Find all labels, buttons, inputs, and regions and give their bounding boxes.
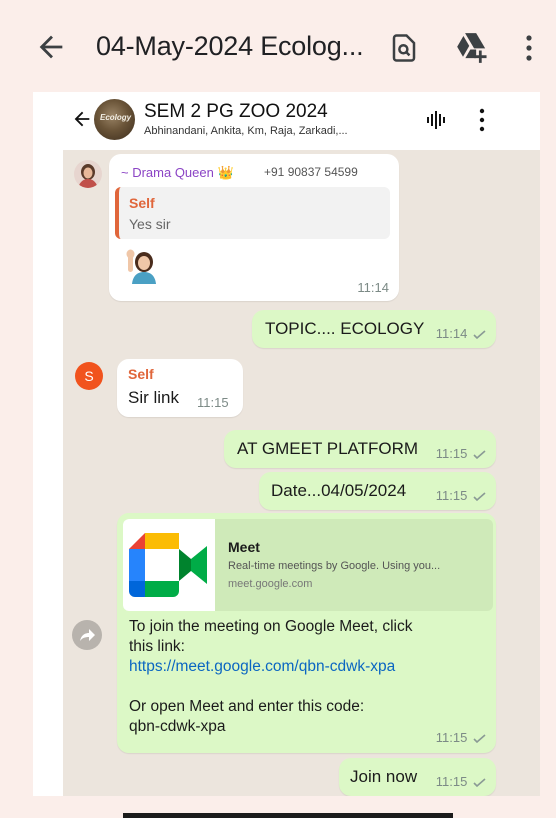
forward-icon — [80, 629, 95, 641]
message-bubble-topic: TOPIC.... ECOLOGY 11:14 — [252, 310, 496, 348]
message-time: 11:15 — [436, 730, 486, 745]
google-meet-logo — [123, 519, 215, 611]
chat-screenshot: Ecology SEM 2 PG ZOO 2024 Abhinandani, A… — [63, 92, 540, 796]
message-time: 11:14 — [357, 280, 389, 295]
back-arrow-icon[interactable] — [34, 30, 68, 64]
quoted-message[interactable]: Self Yes sir — [115, 187, 390, 239]
message-text: AT GMEET PLATFORM — [237, 439, 419, 458]
message-time: 11:15 — [197, 395, 229, 410]
viewer-toolbar: 04-May-2024 Ecolog... — [0, 0, 556, 92]
message-time-text: 11:14 — [435, 326, 468, 341]
find-in-page-icon[interactable] — [389, 33, 419, 63]
more-vert-icon[interactable] — [519, 32, 539, 64]
preview-title: Meet — [228, 539, 260, 555]
group-name: SEM 2 PG ZOO 2024 — [144, 101, 328, 122]
message-time: 11:14 — [436, 326, 486, 341]
add-to-drive-icon[interactable] — [454, 30, 490, 64]
message-bubble-drama-queen: ~ Drama Queen 👑 +91 90837 54599 Self Yes… — [109, 154, 399, 301]
message-line: To join the meeting on Google Meet, clic… — [129, 618, 413, 635]
google-meet-icon — [129, 533, 207, 597]
delivered-tick-icon — [473, 450, 486, 460]
chat-header: Ecology SEM 2 PG ZOO 2024 Abhinandani, A… — [63, 92, 540, 150]
quoted-text: Yes sir — [129, 216, 171, 232]
group-members: Abhinandani, Ankita, Km, Raja, Zarkadi,.… — [144, 125, 348, 137]
message-text: TOPIC.... ECOLOGY — [265, 319, 425, 338]
document-title: 04-May-2024 Ecolog... — [96, 31, 364, 61]
message-text: Sir link — [128, 388, 180, 407]
delivered-tick-icon — [473, 330, 486, 340]
link-preview-card[interactable]: Meet Real-time meetings by Google. Using… — [123, 519, 493, 611]
self-avatar: S — [75, 362, 103, 390]
preview-domain: meet.google.com — [228, 578, 313, 590]
group-avatar-label: Ecology — [100, 113, 132, 122]
voice-call-icon — [427, 111, 445, 129]
message-time-text: 11:15 — [435, 488, 468, 503]
message-time: 11:15 — [436, 446, 486, 461]
group-avatar: Ecology — [94, 99, 135, 140]
meet-link[interactable]: https://meet.google.com/qbn-cdwk-xpa — [129, 657, 479, 677]
chat-more-icon — [479, 108, 485, 132]
message-line: this link: — [129, 638, 185, 655]
meet-message-body: To join the meeting on Google Meet, clic… — [129, 617, 479, 737]
woman-raising-hand-emoji-icon — [126, 249, 156, 284]
preview-description: Real-time meetings by Google. Using you.… — [228, 560, 441, 572]
sender-name: Self — [128, 366, 154, 382]
message-text: Date...04/05/2024 — [271, 481, 407, 500]
chat-area: ~ Drama Queen 👑 +91 90837 54599 Self Yes… — [63, 150, 540, 796]
message-time: 11:15 — [436, 488, 486, 503]
message-time-text: 11:15 — [435, 446, 468, 461]
message-time-text: 11:15 — [435, 774, 468, 789]
message-bubble-date: Date...04/05/2024 11:15 — [259, 472, 496, 510]
message-bubble-gmeet: AT GMEET PLATFORM 11:15 — [224, 430, 496, 468]
back-arrow-icon — [74, 111, 90, 127]
document-page: Ecology SEM 2 PG ZOO 2024 Abhinandani, A… — [33, 92, 540, 796]
message-bubble-sir-link: Self Sir link 11:15 — [117, 359, 243, 417]
forward-button[interactable] — [72, 620, 102, 650]
sender-phone: +91 90837 54599 — [264, 165, 358, 179]
sender-name: ~ Drama Queen 👑 — [121, 165, 234, 180]
message-bubble-meet-link: Meet Real-time meetings by Google. Using… — [117, 513, 496, 753]
delivered-tick-icon — [473, 778, 486, 788]
page-bottom-bar — [123, 813, 453, 818]
message-line: Or open Meet and enter this code: — [129, 698, 365, 715]
delivered-tick-icon — [473, 492, 486, 502]
message-time: 11:15 — [436, 774, 486, 789]
quoted-sender: Self — [129, 195, 155, 211]
message-time-text: 11:15 — [435, 730, 468, 745]
message-text: Join now — [350, 767, 418, 786]
meeting-code: qbn-cdwk-xpa — [129, 718, 226, 735]
delivered-tick-icon — [473, 734, 486, 744]
message-bubble-join-now: Join now 11:15 — [339, 758, 496, 796]
profile-photo-icon — [78, 164, 98, 188]
drama-queen-avatar — [74, 160, 102, 188]
